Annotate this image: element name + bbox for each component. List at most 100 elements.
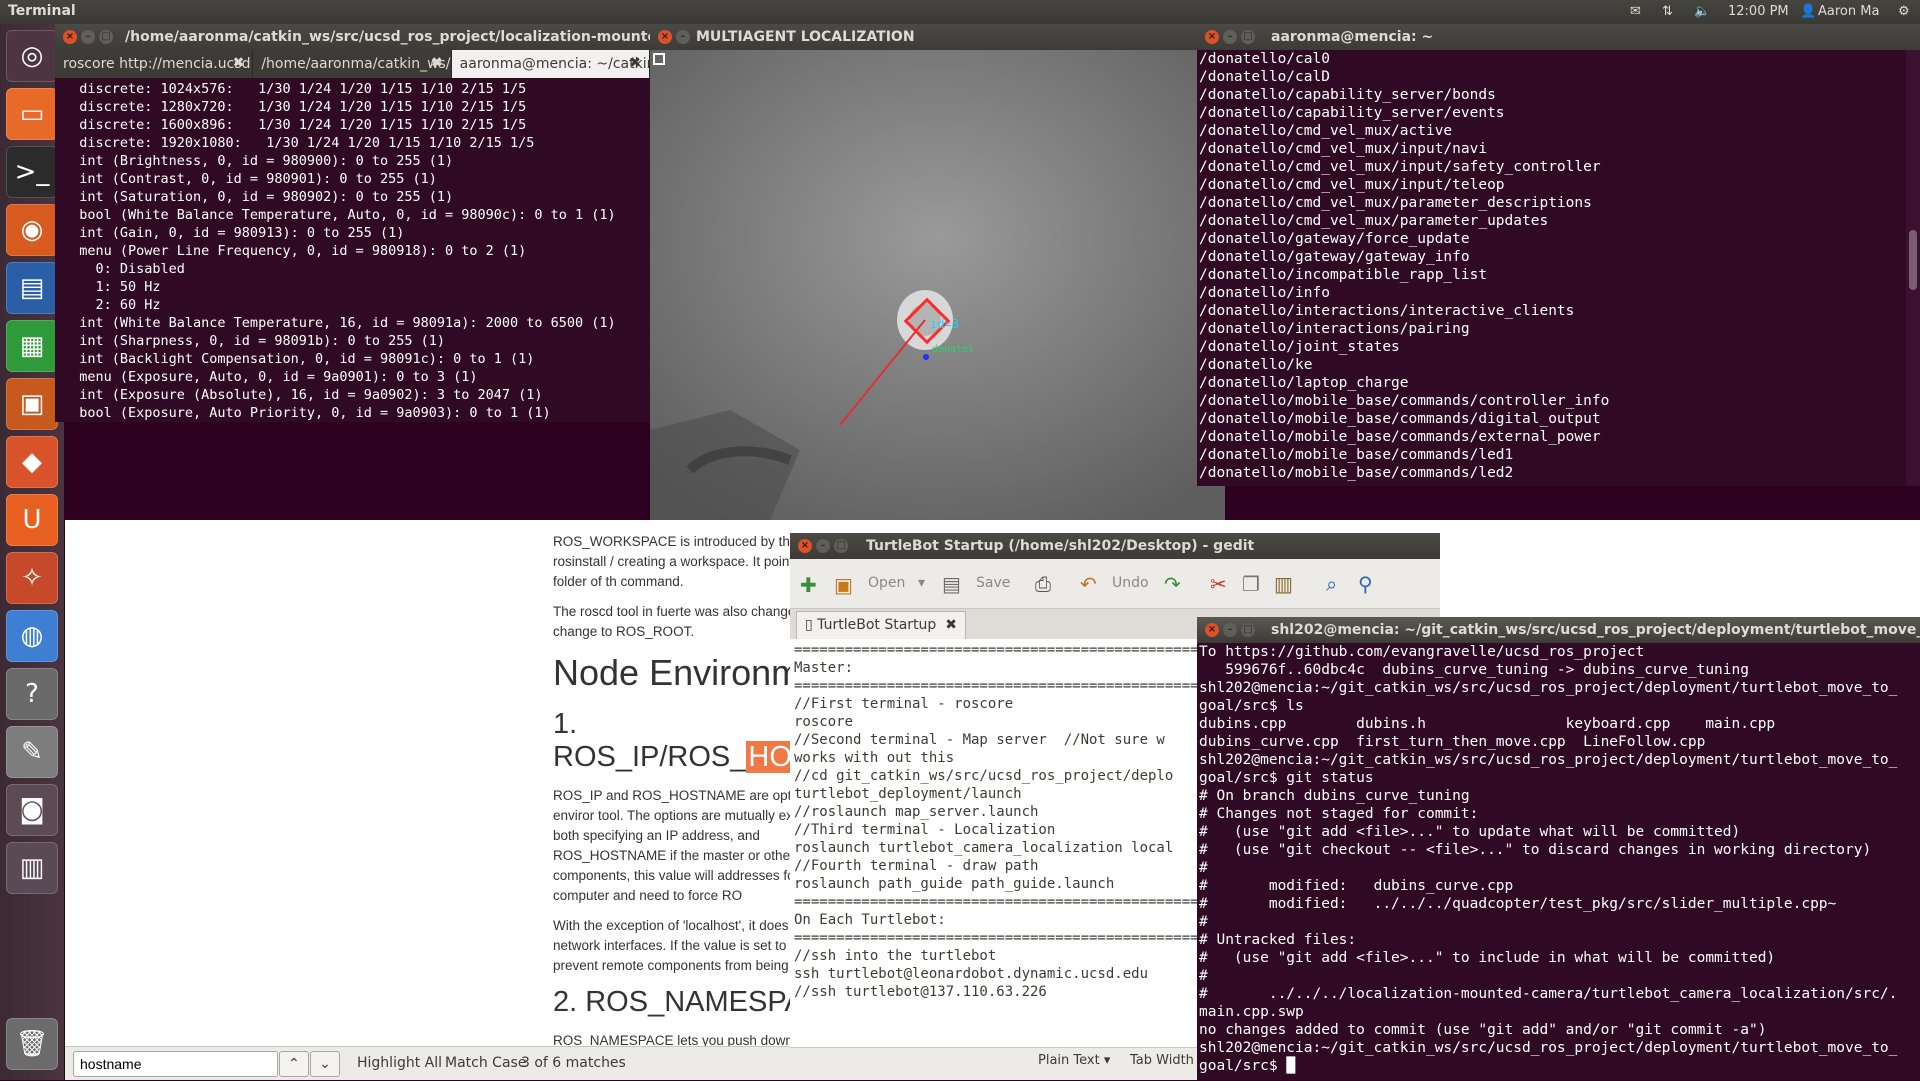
save-icon[interactable]: ▤	[942, 572, 961, 596]
user-icon[interactable]: 👤	[1800, 4, 1816, 19]
terminal-line: /donatello/capability_server/bonds	[1199, 87, 1496, 103]
undo-icon[interactable]: ↶	[1080, 572, 1097, 596]
undo-button[interactable]: Undo	[1112, 575, 1149, 591]
open-icon[interactable]: ▣	[834, 573, 853, 597]
minimize-icon[interactable]: –	[81, 30, 95, 44]
terminal-line: /donatello/calD	[1199, 69, 1330, 85]
terminal-line: # (use "git add <file>..." to include in…	[1199, 950, 1776, 966]
window-titlebar[interactable]: × – □ shl202@mencia: ~/git_catkin_ws/src/u…	[1197, 617, 1920, 643]
close-icon[interactable]: ×	[798, 539, 812, 553]
impress-icon[interactable]: ▣	[6, 378, 58, 430]
terminal-line: /donatello/mobile_base/commands/led2	[1199, 465, 1514, 481]
terminal-line: # ../../../localization-mounted-camera/t…	[1199, 986, 1898, 1002]
window-title: /home/aaronma/catkin_ws/src/ucsd_ros_pro…	[125, 29, 650, 45]
close-icon[interactable]: ×	[63, 30, 77, 44]
terminal-line: # (use "git add <file>..." to update wha…	[1199, 824, 1741, 840]
ubuntu-logo-icon[interactable]: ◎	[6, 30, 58, 82]
close-tab-icon[interactable]: ✖	[431, 55, 443, 71]
minimize-icon[interactable]: –	[676, 30, 690, 44]
user-name[interactable]: Aaron Ma	[1818, 4, 1879, 19]
trash-icon[interactable]: 🗑	[6, 1018, 58, 1070]
chrome-icon[interactable]: ◍	[6, 610, 58, 662]
camera-feed: id=3 donatel	[650, 50, 1225, 520]
close-tab-icon[interactable]: ✖	[945, 617, 957, 633]
software-center-icon[interactable]: ◆	[6, 436, 58, 488]
robot-id-label: id=3	[930, 317, 959, 331]
minimize-icon[interactable]: –	[816, 539, 830, 553]
files-icon[interactable]: ▭	[6, 88, 58, 140]
search-icon[interactable]: ⌕	[1326, 572, 1337, 596]
open-button[interactable]: Open	[868, 575, 905, 591]
terminal-line: /donatello/mobile_base/commands/controll…	[1199, 393, 1610, 409]
network-icon[interactable]: ⇅	[1662, 4, 1673, 19]
new-document-icon[interactable]: ✚	[800, 573, 817, 597]
maximize-icon[interactable]: □	[99, 30, 113, 44]
writer-icon[interactable]: ▤	[6, 262, 58, 314]
highlight-all-toggle[interactable]: Highlight All	[357, 1055, 442, 1071]
terminal-output[interactable]: discrete: 1024x576: 1/30 1/24 1/20 1/15 …	[55, 80, 650, 422]
window-titlebar[interactable]: × – □ TurtleBot Startup (/home/shl202/Desk…	[790, 533, 1440, 559]
terminal-line: int (Brightness, 0, id = 980900): 0 to 2…	[63, 153, 454, 169]
settings-icon[interactable]: ✧	[6, 552, 58, 604]
terminal-output[interactable]: /donatello/cal0/donatello/calD/donatello…	[1197, 50, 1906, 486]
copy-icon[interactable]: ❐	[1242, 572, 1260, 596]
terminal-output[interactable]: To https://github.com/evangravelle/ucsd_…	[1197, 643, 1920, 1080]
maximize-icon[interactable]: □	[834, 539, 848, 553]
close-icon[interactable]: ×	[658, 30, 672, 44]
close-tab-icon[interactable]: ✖	[233, 55, 245, 71]
terminal-line: # Changes not staged for commit:	[1199, 806, 1479, 822]
terminal-line: # On branch dubins_curve_tuning	[1199, 788, 1470, 804]
document-tab[interactable]: ▯ TurtleBot Startup ✖	[796, 611, 966, 639]
gear-icon[interactable]: ⚙	[1898, 4, 1910, 19]
close-tab-icon[interactable]: ✖	[629, 55, 641, 71]
terminal-line: int (Gain, 0, id = 980913): 0 to 255 (1)	[63, 225, 405, 241]
maximize-icon[interactable]: □	[1241, 623, 1255, 637]
clock[interactable]: 12:00 PM	[1728, 4, 1789, 19]
scrollbar[interactable]	[1906, 50, 1920, 486]
terminal-tab[interactable]: roscore http://mencia.ucsd.... ✖	[55, 50, 254, 78]
tab-width-selector[interactable]: Tab Width	[1130, 1053, 1194, 1068]
minimize-icon[interactable]: –	[1223, 623, 1237, 637]
terminal-line: 1: 50 Hz	[63, 279, 161, 295]
cut-icon[interactable]: ✂	[1210, 572, 1227, 596]
text-editor-icon[interactable]: ✎	[6, 726, 58, 778]
terminal-line: dubins_curve.cpp first_turn_then_move.cp…	[1199, 734, 1706, 750]
find-input[interactable]	[73, 1051, 278, 1077]
terminal-icon[interactable]: >_	[6, 146, 58, 198]
print-icon[interactable]: ⎙	[1035, 572, 1051, 596]
terminal-line: /donatello/cal0	[1199, 51, 1330, 67]
language-selector[interactable]: Plain Text ▾	[1038, 1053, 1110, 1068]
chevron-down-icon[interactable]: ▾	[918, 575, 925, 591]
calc-icon[interactable]: ▦	[6, 320, 58, 372]
terminal-line: menu (Exposure, Auto, 0, id = 9a0901): 0…	[63, 369, 478, 385]
terminal-tab[interactable]: /home/aaronma/catkin_ws/... ✖	[253, 50, 452, 78]
match-case-toggle[interactable]: Match Case	[445, 1055, 526, 1071]
terminal-line: menu (Power Line Frequency, 0, id = 9809…	[63, 243, 527, 259]
save-button[interactable]: Save	[976, 575, 1010, 591]
workspace-icon[interactable]: ▥	[6, 842, 58, 894]
find-previous-button[interactable]: ⌃	[279, 1051, 309, 1077]
replace-icon[interactable]: ⚲	[1358, 572, 1373, 596]
minimize-icon[interactable]: –	[1223, 30, 1237, 44]
window-titlebar[interactable]: × – □ /home/aaronma/catkin_ws/src/ucsd_ros…	[55, 24, 650, 50]
terminal-line: int (Sharpness, 0, id = 98091b): 0 to 25…	[63, 333, 446, 349]
terminal-tab-active[interactable]: aaronma@mencia: ~/catkin_...✖	[451, 50, 650, 78]
close-icon[interactable]: ×	[1205, 30, 1219, 44]
close-icon[interactable]: ×	[1205, 623, 1219, 637]
terminal-line: discrete: 1280x720: 1/30 1/24 1/20 1/15 …	[63, 99, 527, 115]
ubuntu-one-icon[interactable]: U	[6, 494, 58, 546]
firefox-icon[interactable]: ◉	[6, 204, 58, 256]
terminal-line: #	[1199, 860, 1208, 876]
paste-icon[interactable]: ▥	[1274, 572, 1293, 596]
terminal-line: shl202@mencia:~/git_catkin_ws/src/ucsd_r…	[1199, 1040, 1898, 1056]
terminal-line: /donatello/joint_states	[1199, 339, 1400, 355]
mail-icon[interactable]: ✉	[1630, 4, 1641, 19]
find-next-button[interactable]: ⌄	[310, 1051, 340, 1077]
help-icon[interactable]: ?	[6, 668, 58, 720]
volume-icon[interactable]: 🔈	[1694, 4, 1710, 19]
window-titlebar[interactable]: × – □ aaronma@mencia: ~	[1197, 24, 1920, 50]
camera-icon[interactable]: ◙	[6, 784, 58, 836]
redo-icon[interactable]: ↷	[1164, 572, 1181, 596]
maximize-icon[interactable]: □	[1241, 30, 1255, 44]
window-titlebar[interactable]: × – MULTIAGENT LOCALIZATION	[650, 24, 1225, 50]
